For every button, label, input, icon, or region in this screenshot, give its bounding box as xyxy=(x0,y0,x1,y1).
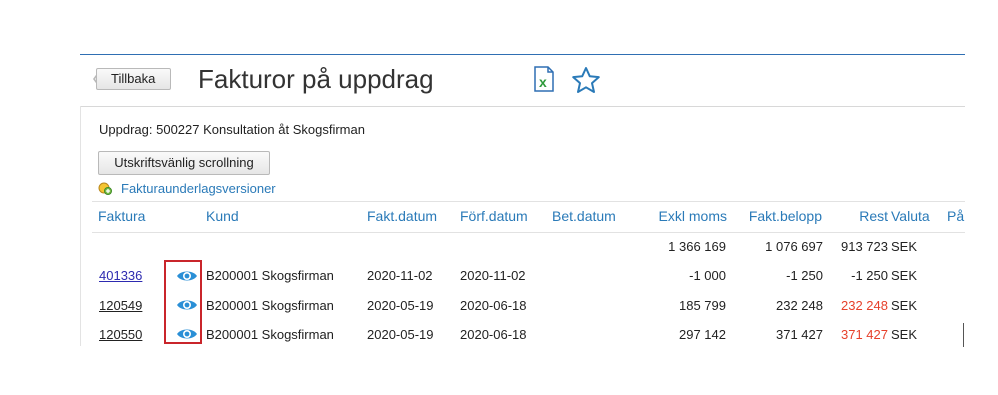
col-fakt-belopp[interactable]: Fakt.belopp xyxy=(735,208,822,224)
document-versions-icon xyxy=(98,182,112,195)
fakt-belopp-cell: -1 250 xyxy=(786,268,823,283)
total-valuta: SEK xyxy=(891,239,918,254)
exkl-moms-cell: -1 000 xyxy=(689,268,726,283)
fakt-belopp-cell: 232 248 xyxy=(776,298,823,313)
column-edge-marker xyxy=(963,323,964,347)
uppdrag-label: Uppdrag: xyxy=(99,122,153,137)
svg-text:x: x xyxy=(539,74,547,90)
col-exkl-moms[interactable]: Exkl moms xyxy=(640,208,727,224)
top-divider xyxy=(80,54,965,55)
col-pa[interactable]: På xyxy=(947,208,964,224)
total-fakt-belopp: 1 076 697 xyxy=(765,239,823,254)
kund-cell: B200001 Skogsfirman xyxy=(206,268,334,283)
col-faktura[interactable]: Faktura xyxy=(98,208,145,224)
kund-cell: B200001 Skogsfirman xyxy=(206,298,334,313)
col-bet-datum[interactable]: Bet.datum xyxy=(552,208,616,224)
valuta-cell: SEK xyxy=(891,268,918,283)
rest-cell: 371 427 xyxy=(841,327,888,342)
col-rest[interactable]: Rest xyxy=(840,208,888,224)
eye-icons-highlight xyxy=(164,260,202,344)
fakt-datum-cell: 2020-05-19 xyxy=(367,327,434,342)
rest-cell: -1 250 xyxy=(851,268,888,283)
invoice-link[interactable]: 120549 xyxy=(99,298,142,313)
forf-datum-cell: 2020-06-18 xyxy=(460,298,527,313)
versions-link[interactable]: Fakturaunderlagsversioner xyxy=(121,181,276,196)
uppdrag-value: 500227 Konsultation åt Skogsfirman xyxy=(156,122,365,137)
kund-cell: B200001 Skogsfirman xyxy=(206,327,334,342)
fakt-datum-cell: 2020-11-02 xyxy=(367,268,433,283)
rest-cell: 232 248 xyxy=(841,298,888,313)
valuta-cell: SEK xyxy=(891,298,918,313)
forf-datum-cell: 2020-11-02 xyxy=(460,268,526,283)
print-friendly-button[interactable]: Utskriftsvänlig scrollning xyxy=(98,151,270,175)
exkl-moms-cell: 185 799 xyxy=(679,298,726,313)
star-icon[interactable] xyxy=(571,66,601,94)
forf-datum-cell: 2020-06-18 xyxy=(460,327,527,342)
valuta-cell: SEK xyxy=(891,327,918,342)
excel-export-icon[interactable]: x xyxy=(533,66,555,92)
total-rest: 913 723 xyxy=(841,239,888,254)
uppdrag-info: Uppdrag: 500227 Konsultation åt Skogsfir… xyxy=(99,122,365,137)
fakt-datum-cell: 2020-05-19 xyxy=(367,298,434,313)
exkl-moms-cell: 297 142 xyxy=(679,327,726,342)
col-valuta[interactable]: Valuta xyxy=(891,208,930,224)
page-title: Fakturor på uppdrag xyxy=(198,64,434,94)
content-border xyxy=(80,106,81,346)
col-fakt-datum[interactable]: Fakt.datum xyxy=(367,208,437,224)
back-button[interactable]: Tillbaka xyxy=(96,68,171,90)
invoice-link[interactable]: 120550 xyxy=(99,327,142,342)
total-exkl-moms: 1 366 169 xyxy=(668,239,726,254)
fakt-belopp-cell: 371 427 xyxy=(776,327,823,342)
col-forf-datum[interactable]: Förf.datum xyxy=(460,208,528,224)
header-divider xyxy=(80,106,965,107)
col-kund[interactable]: Kund xyxy=(206,208,239,224)
invoice-link[interactable]: 401336 xyxy=(99,268,142,283)
